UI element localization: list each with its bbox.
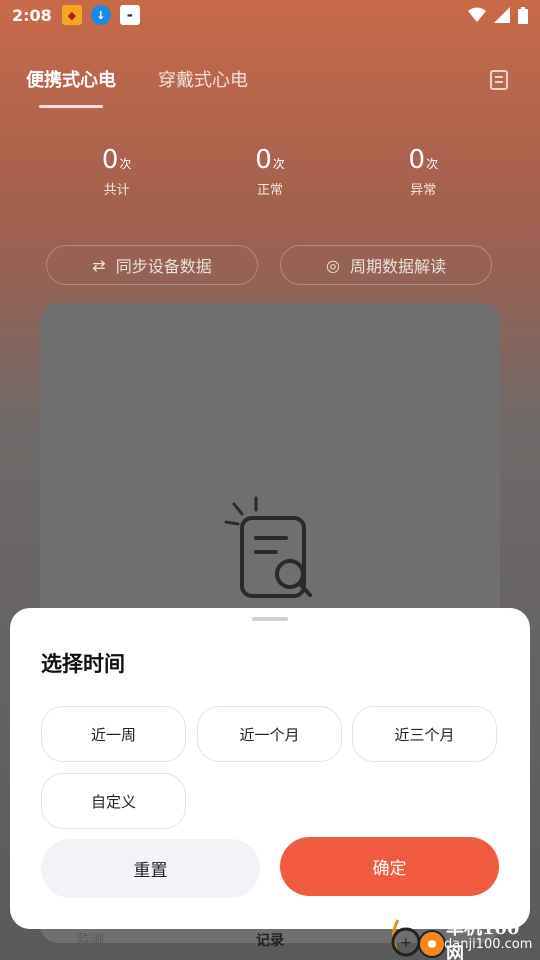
select-time-sheet: 选择时间 近一周 近一个月 近三个月 自定义 重置 确定 [10, 608, 530, 929]
signal-icon [494, 7, 510, 23]
option-last-week[interactable]: 近一周 [41, 706, 186, 762]
ecg-tabs: 便携式心电 穿戴式心电 [26, 66, 248, 108]
tab-wearable-ecg[interactable]: 穿戴式心电 [158, 66, 248, 108]
sheet-drag-handle[interactable] [252, 617, 288, 621]
status-time: 2:08 [12, 5, 52, 25]
status-right-icons [468, 6, 528, 24]
stat-total-unit: 次 [119, 157, 132, 171]
sync-icon: ⇄ [92, 255, 106, 275]
nav-record[interactable]: 记录 [180, 930, 360, 950]
stat-normal-unit: 次 [272, 157, 285, 171]
reset-button[interactable]: 重置 [41, 839, 260, 898]
action-buttons: ⇄ 同步设备数据 ◎ 周期数据解读 [46, 245, 492, 285]
watermark-logo-icon: + [391, 919, 446, 958]
interpret-data-button[interactable]: ◎ 周期数据解读 [280, 245, 492, 285]
stat-normal: 0次 正常 [210, 145, 330, 198]
confirm-button[interactable]: 确定 [280, 837, 499, 896]
svg-text:+: + [400, 935, 412, 951]
battery-icon [518, 6, 528, 24]
stat-abnormal: 0次 异常 [363, 145, 483, 198]
stat-normal-label: 正常 [256, 183, 283, 198]
watermark-url: danji100.com [444, 937, 533, 952]
report-icon[interactable] [490, 70, 508, 90]
stat-abnormal-unit: 次 [426, 157, 439, 171]
interpret-data-label: 周期数据解读 [349, 257, 446, 276]
watermark: + 单机100网 danji100.com [386, 912, 536, 960]
sheet-title: 选择时间 [41, 652, 125, 676]
stat-total-label: 共计 [103, 183, 130, 198]
sync-device-label: 同步设备数据 [115, 257, 212, 276]
sync-device-button[interactable]: ⇄ 同步设备数据 [46, 245, 258, 285]
status-bar: 2:08 ◆ ↓ ▬ [0, 0, 540, 30]
wifi-icon [468, 7, 486, 22]
option-last-month[interactable]: 近一个月 [197, 706, 342, 762]
option-last-three-months[interactable]: 近三个月 [352, 706, 497, 762]
stats-row: 0次 共计 0次 正常 0次 异常 [0, 145, 540, 198]
empty-records-icon [224, 496, 312, 598]
app3-icon: ▬ [119, 5, 140, 25]
stat-abnormal-value: 0 [408, 145, 426, 175]
app1-icon: ◆ [61, 5, 82, 25]
stat-normal-value: 0 [255, 145, 272, 175]
option-custom[interactable]: 自定义 [41, 773, 186, 829]
stat-total-value: 0 [101, 145, 119, 175]
stat-total: 0次 共计 [57, 145, 177, 198]
tab-portable-ecg[interactable]: 便携式心电 [26, 66, 116, 108]
download-icon: ↓ [90, 5, 111, 25]
nav-monitor[interactable]: 监测 [0, 930, 180, 950]
target-icon: ◎ [326, 255, 340, 275]
stat-abnormal-label: 异常 [410, 183, 437, 198]
